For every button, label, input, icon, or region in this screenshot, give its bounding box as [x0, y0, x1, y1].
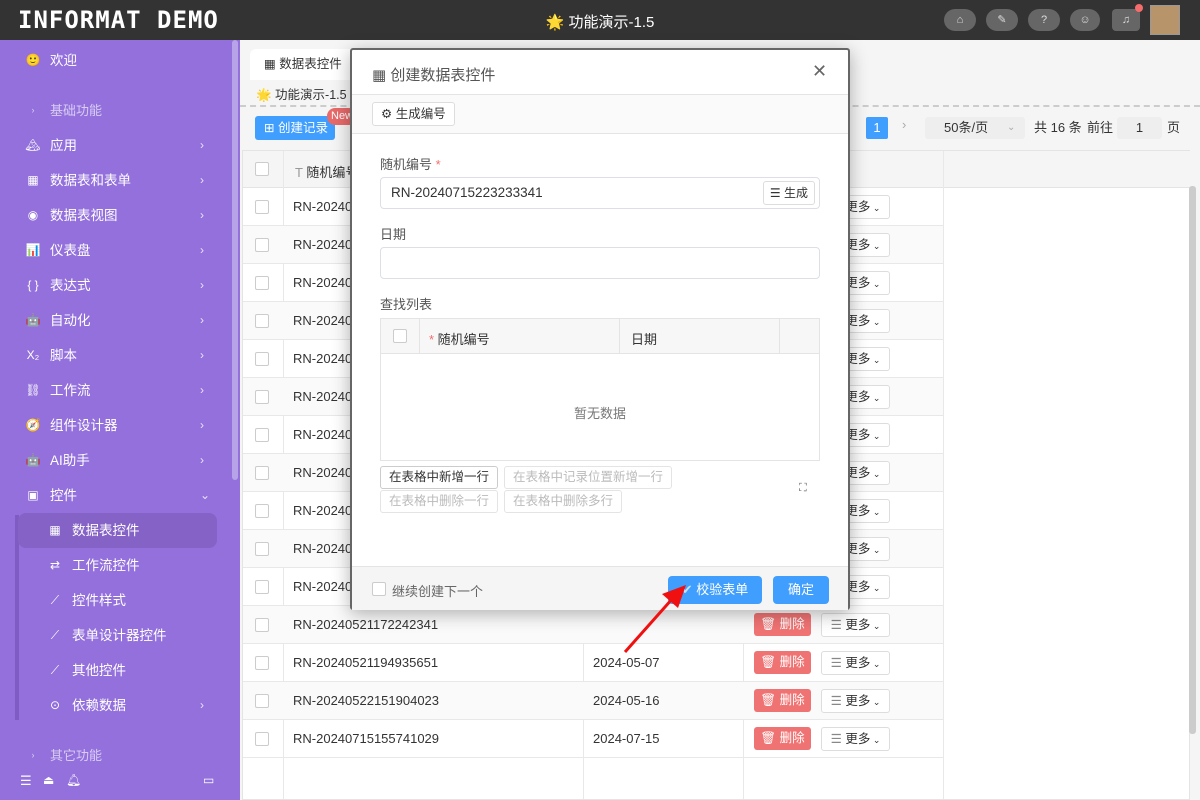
annotation-arrow	[623, 585, 686, 653]
